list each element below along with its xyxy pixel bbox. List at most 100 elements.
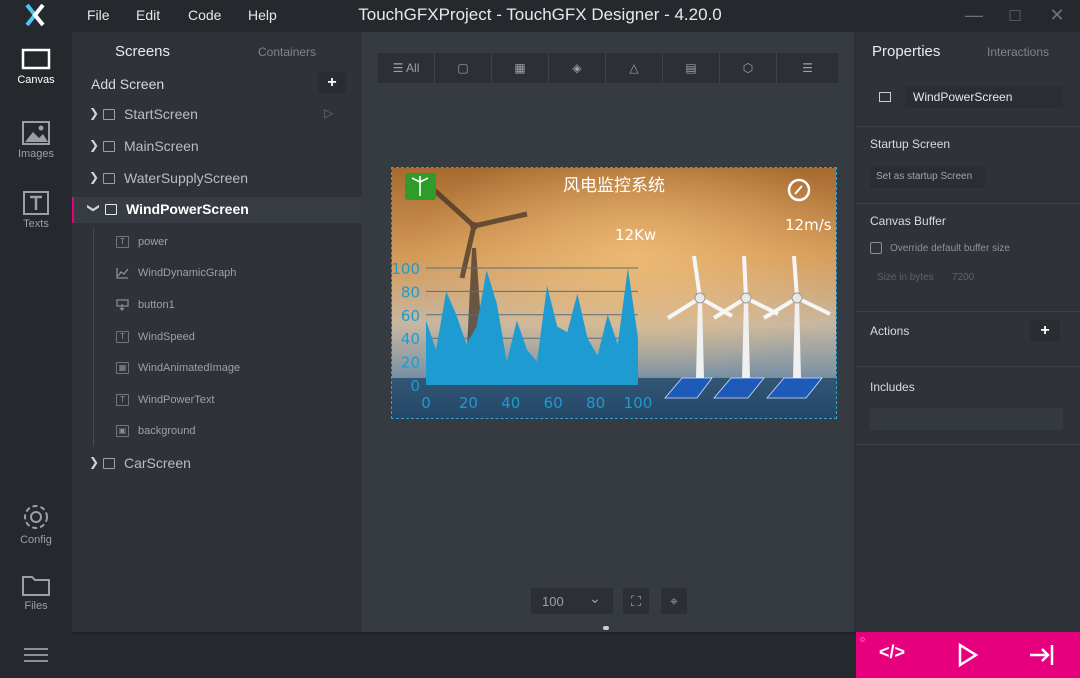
startup-screen-title: Startup Screen [870, 137, 951, 151]
screen-item-car[interactable]: ❯ CarScreen [72, 451, 362, 477]
chevron-right-icon[interactable]: ❯ [89, 455, 99, 469]
filter-images-button[interactable]: ▦ [492, 53, 549, 83]
status-dot-icon: ○ [860, 634, 866, 644]
filter-all-label: All [406, 61, 420, 75]
properties-panel: Properties Interactions WindPowerScreen … [856, 32, 1080, 632]
widget-item-button1[interactable]: button1 [72, 294, 362, 318]
chevron-right-icon[interactable]: ❯ [89, 106, 99, 120]
size-in-bytes-value: 7200 [952, 272, 975, 283]
close-icon[interactable]: ✕ [1046, 4, 1068, 26]
fit-screen-button[interactable]: ⛶ [623, 588, 649, 614]
widget-item-winddynamicgraph[interactable]: WindDynamicGraph [72, 262, 362, 286]
run-simulator-button[interactable] [952, 640, 982, 670]
nav-canvas-label: Canvas [17, 74, 55, 86]
nav-config[interactable]: Config [0, 502, 72, 546]
filter-3d-button[interactable]: ⬡ [720, 53, 777, 83]
screen-item-start[interactable]: ❯ StartScreen ▷ [72, 102, 362, 128]
widget-item-label: WindSpeed [138, 331, 195, 343]
cube-icon: ⬡ [742, 61, 754, 75]
chevron-down-icon: ⌄ [589, 590, 601, 606]
graph-y-tick: 80 [401, 283, 420, 301]
divider [856, 126, 1080, 127]
hamburger-icon [24, 648, 48, 662]
screen-item-label: WaterSupplyScreen [124, 170, 248, 186]
nav-images-label: Images [17, 148, 55, 160]
chevron-down-icon[interactable]: ❯ [87, 203, 101, 213]
button-icon: ▢ [457, 61, 469, 75]
image-icon: ▦ [514, 61, 526, 75]
button-widget-icon [116, 299, 129, 311]
text-widget-icon: T [116, 331, 129, 343]
chevron-right-icon[interactable]: ❯ [89, 138, 99, 152]
widget-item-label: power [138, 236, 168, 248]
filter-containers-button[interactable]: ◈ [549, 53, 606, 83]
screen-item-windpower[interactable]: ❯ WindPowerScreen [72, 197, 362, 223]
screen-item-main[interactable]: ❯ MainScreen [72, 134, 362, 160]
progress-icon: ▤ [685, 61, 697, 75]
widget-item-label: background [138, 425, 196, 437]
resize-handle[interactable] [603, 626, 609, 630]
filter-shapes-button[interactable]: △ [606, 53, 663, 83]
nav-images[interactable]: Images [0, 120, 72, 160]
graph-y-tick: 40 [401, 330, 420, 348]
widget-item-windpowertext[interactable]: T WindPowerText [72, 389, 362, 413]
divider [856, 366, 1080, 367]
chevron-right-icon[interactable]: ❯ [89, 170, 99, 184]
fit-screen-icon: ⛶ [631, 593, 641, 609]
maximize-icon[interactable]: □ [1004, 4, 1026, 26]
tab-containers[interactable]: Containers [258, 45, 316, 59]
includes-field[interactable] [870, 408, 1063, 430]
screen-item-watersupply[interactable]: ❯ WaterSupplyScreen [72, 166, 362, 192]
widget-item-power[interactable]: T power [72, 231, 362, 255]
run-target-button[interactable] [1026, 640, 1060, 670]
tab-screens[interactable]: Screens [115, 43, 170, 60]
stack-icon: ☰ [802, 61, 813, 75]
window-title: TouchGFXProject - TouchGFX Designer - 4.… [358, 5, 722, 24]
layers-icon: ◈ [572, 61, 582, 75]
add-action-button[interactable]: + [1030, 320, 1060, 342]
set-startup-button[interactable]: Set as startup Screen [870, 166, 985, 188]
filter-buttons-button[interactable]: ▢ [435, 53, 492, 83]
minimize-icon[interactable]: — [963, 4, 985, 26]
graph-y-tick: 100 [392, 260, 420, 278]
screen-icon [103, 173, 115, 184]
zoom-select[interactable]: 100 ⌄ [531, 588, 613, 614]
crop-icon: ⌖ [670, 593, 678, 609]
add-screen-button[interactable]: + [318, 72, 346, 94]
filter-stack-button[interactable]: ☰ [777, 53, 838, 83]
screen-name-field[interactable]: WindPowerScreen [905, 86, 1063, 108]
widget-item-label: WindDynamicGraph [138, 267, 237, 279]
screen-preview[interactable]: 风电监控系统 12Kw 12m/s 100 80 60 40 20 0 0 20 40 60 80 1… [391, 167, 837, 419]
screen-icon [879, 92, 891, 102]
widget-toolbar: ☰ All ▢ ▦ ◈ △ ▤ ⬡ ☰ [378, 53, 838, 83]
nav-files[interactable]: Files [0, 572, 72, 612]
crop-button[interactable]: ⌖ [661, 588, 687, 614]
widget-item-background[interactable]: ▣ background [72, 420, 362, 444]
image-widget-icon: ▣ [116, 425, 129, 437]
tab-properties[interactable]: Properties [872, 43, 940, 60]
nav-texts[interactable]: Texts [0, 190, 72, 230]
screen-icon [105, 204, 117, 215]
hamburger-menu[interactable] [0, 632, 72, 678]
folder-icon [22, 576, 50, 596]
list-icon: ☰ [392, 61, 404, 75]
divider [856, 444, 1080, 445]
nav-canvas[interactable]: Canvas [0, 48, 72, 86]
widget-item-windanimatedimage[interactable]: ▦ WindAnimatedImage [72, 357, 362, 381]
widget-item-label: WindPowerText [138, 394, 215, 406]
override-buffer-checkbox[interactable] [870, 242, 882, 254]
screen-item-label: StartScreen [124, 106, 198, 122]
filter-all-button[interactable]: ☰ All [378, 53, 435, 83]
nav-config-label: Config [20, 534, 52, 546]
startup-play-icon: ▷ [324, 106, 334, 120]
graph-x-tick: 40 [501, 394, 520, 412]
nav-texts-label: Texts [23, 218, 49, 230]
generate-code-button[interactable]: </> [874, 642, 910, 668]
filter-progress-button[interactable]: ▤ [663, 53, 720, 83]
widget-item-windspeed[interactable]: T WindSpeed [72, 326, 362, 350]
screen-item-label: WindPowerScreen [126, 201, 249, 217]
run-bar: ○ </> [856, 632, 1080, 678]
windspeed-text: 12m/s [785, 216, 832, 234]
screen-item-label: MainScreen [124, 138, 199, 154]
tab-interactions[interactable]: Interactions [987, 45, 1049, 59]
